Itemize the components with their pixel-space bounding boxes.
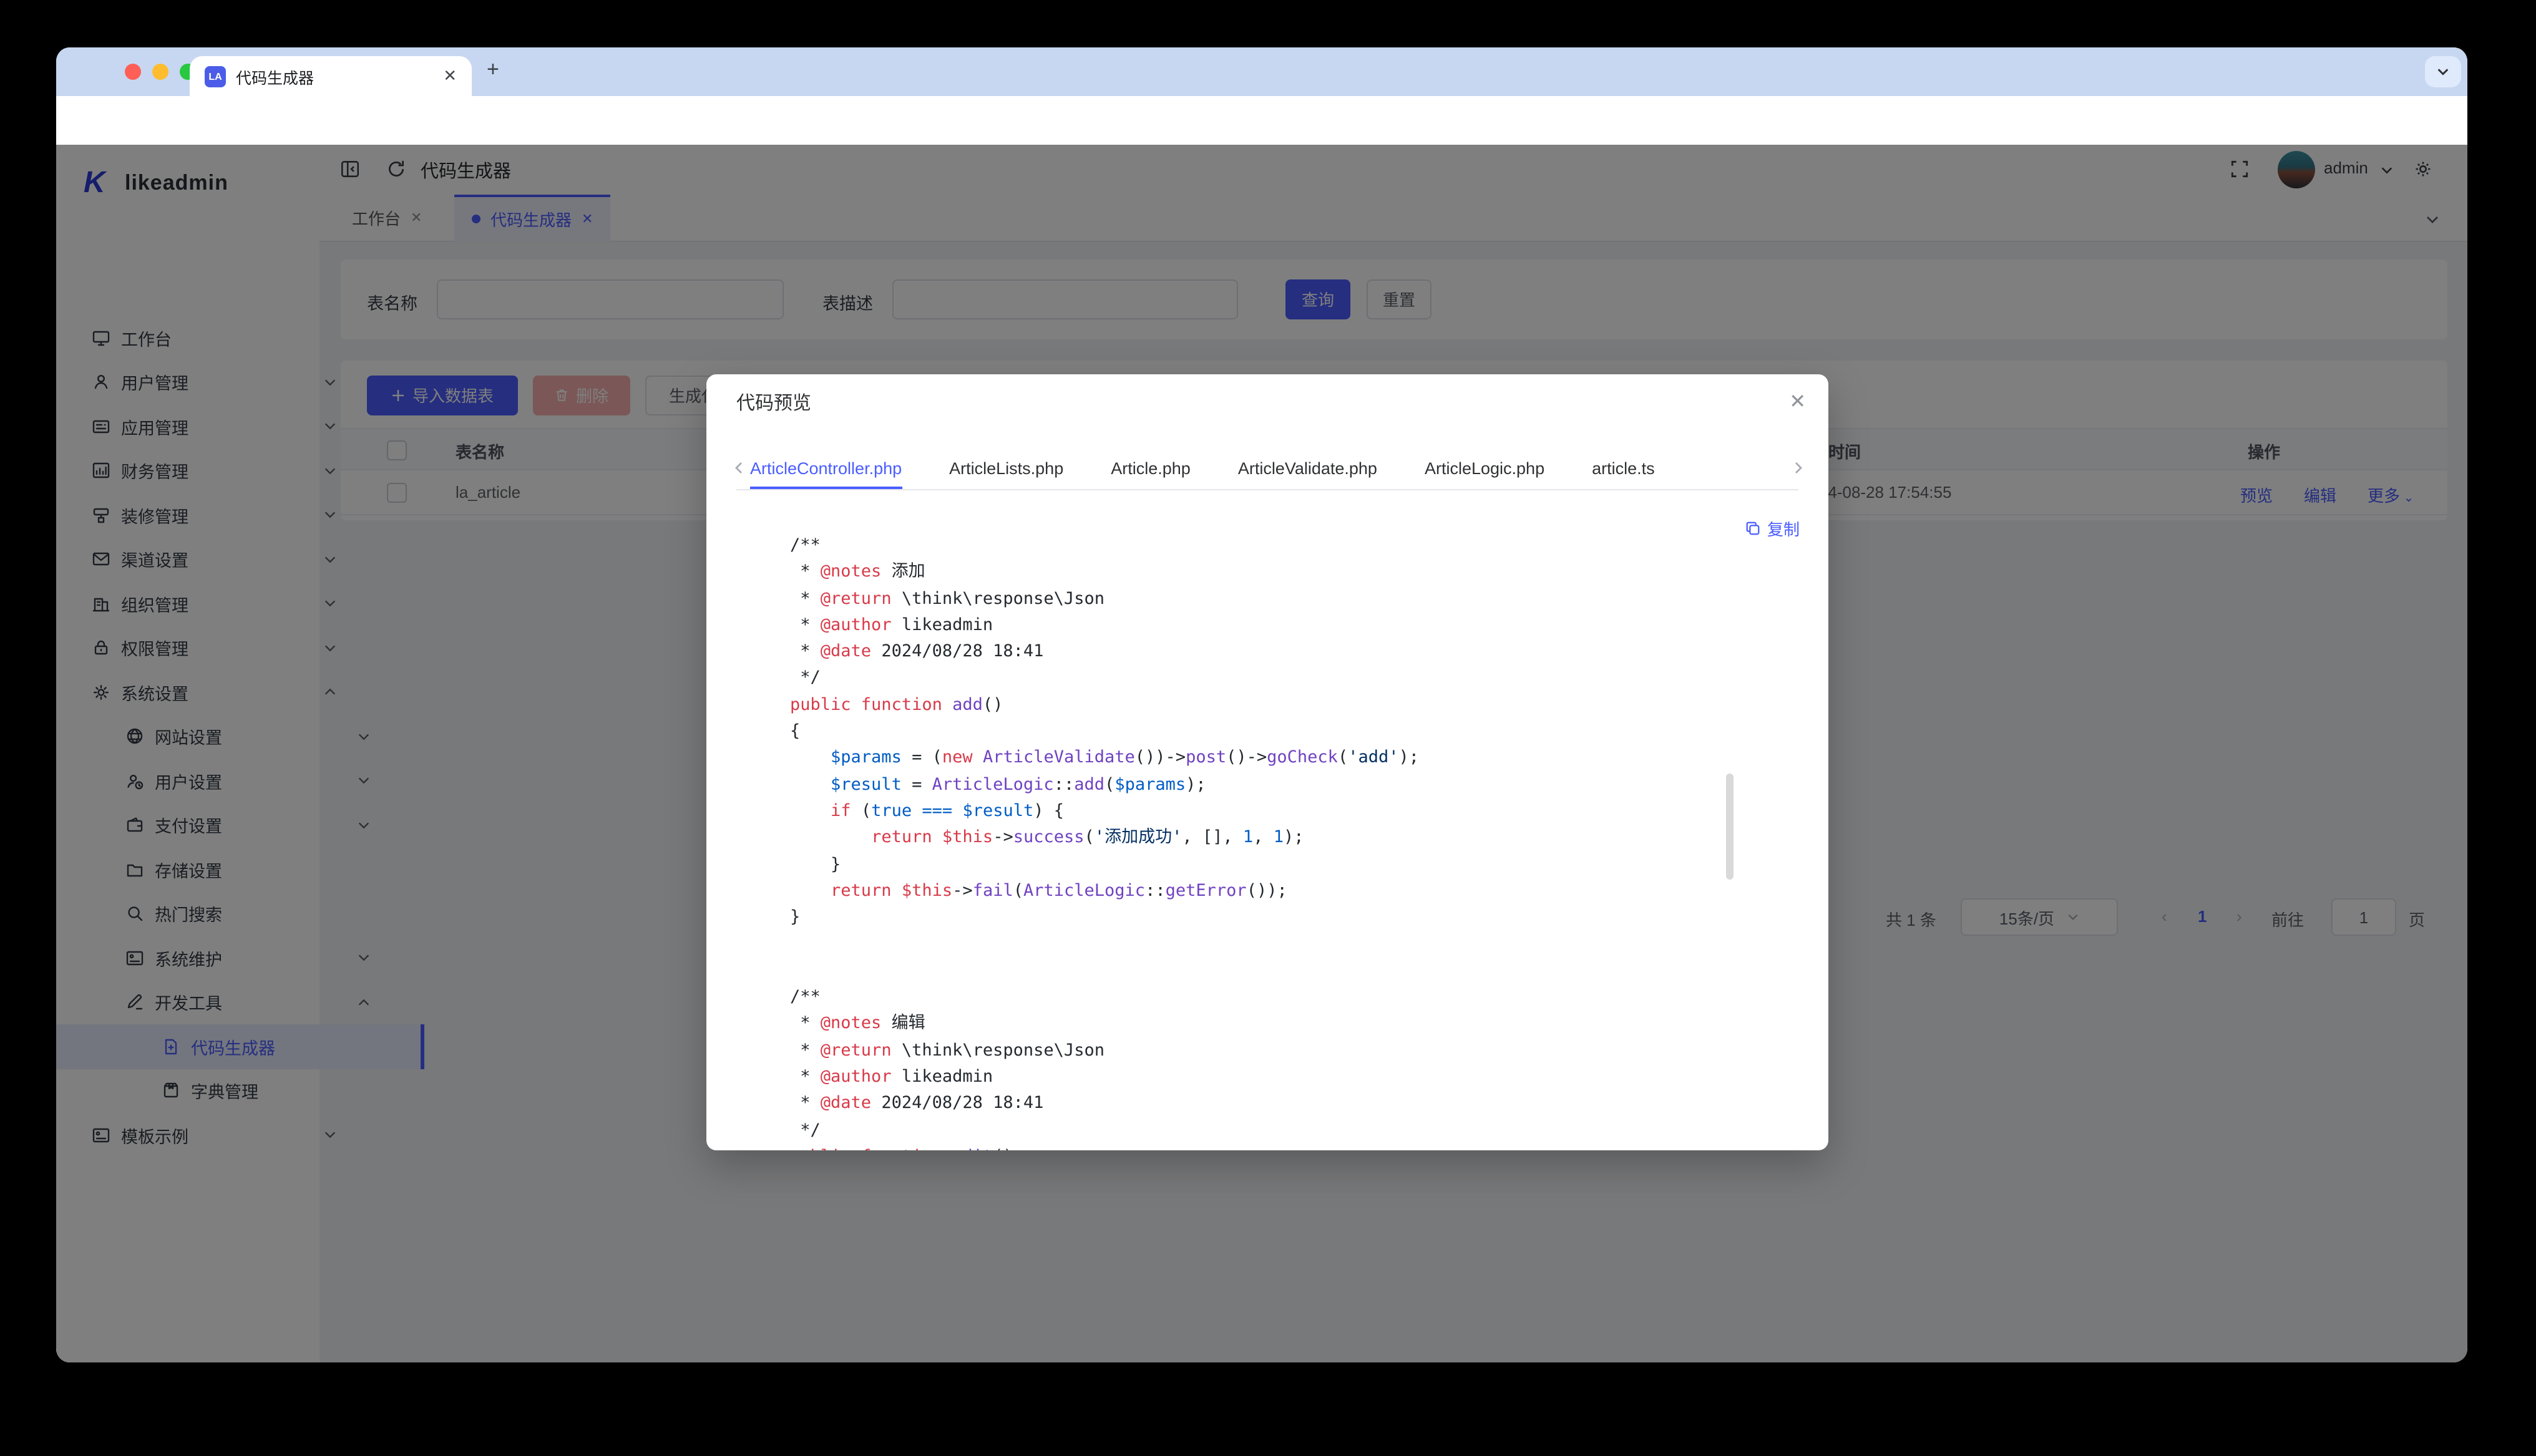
code-line: return $this->fail(ArticleLogic::getErro… <box>790 878 1739 905</box>
modal-tab-articlelogic-php[interactable]: ArticleLogic.php <box>1425 449 1544 489</box>
browser-tabstrip: LA 代码生成器 ✕ + <box>56 47 2467 96</box>
window-minimize-button[interactable] <box>152 64 168 80</box>
code-preview-modal: 代码预览 ✕ ArticleController.php ArticleLists… <box>706 374 1828 1150</box>
browser-tab[interactable]: LA 代码生成器 ✕ <box>190 56 472 96</box>
tab-search-chevron-icon[interactable] <box>2425 56 2461 87</box>
code-line: public function add() <box>790 692 1739 719</box>
code-line: * @notes 添加 <box>790 560 1739 586</box>
code-line: * @author likeadmin <box>790 613 1739 639</box>
browser-toolbar: localhost:5173/admin/setting/dev_tools/c… <box>56 96 2467 146</box>
tabs-next-arrow-icon[interactable] <box>1791 460 1806 475</box>
screen: LA 代码生成器 ✕ + <box>0 0 2536 1456</box>
code-scrollbar-thumb[interactable] <box>1726 774 1734 880</box>
code-line: */ <box>790 666 1739 692</box>
code-line: if (true === $result) { <box>790 798 1739 825</box>
code-line: return $this->success('添加成功', [], 1, 1); <box>790 825 1739 852</box>
new-tab-button[interactable]: + <box>487 57 499 82</box>
code-line: /** <box>790 533 1739 560</box>
code-line: */ <box>790 1117 1739 1144</box>
tabs-prev-arrow-icon[interactable] <box>731 460 746 475</box>
code-line: * @return \think\response\Json <box>790 1037 1739 1064</box>
modal-tab-articlecontroller-php[interactable]: ArticleController.php <box>750 449 902 489</box>
copy-label: 复制 <box>1767 517 1800 540</box>
copy-button[interactable]: 复制 <box>1745 517 1800 540</box>
favicon: LA <box>205 66 226 87</box>
window-close-button[interactable] <box>125 64 141 80</box>
modal-close-icon[interactable]: ✕ <box>1789 389 1806 414</box>
modal-tab-articlelists-php[interactable]: ArticleLists.php <box>949 449 1063 489</box>
modal-tab-articlevalidate-php[interactable]: ArticleValidate.php <box>1238 449 1377 489</box>
code-block: /** * @notes 添加 * @return \think\respons… <box>790 533 1739 1150</box>
code-line: $params = (new ArticleValidate())->post(… <box>790 745 1739 772</box>
modal-tab-article-ts[interactable]: article.ts <box>1592 449 1655 489</box>
code-line <box>790 958 1739 985</box>
browser-tab-title: 代码生成器 <box>236 64 443 88</box>
code-line: $result = ArticleLogic::add($params); <box>790 772 1739 798</box>
code-line: * @return \think\response\Json <box>790 586 1739 613</box>
code-line: /** <box>790 984 1739 1011</box>
code-line: public function edit() <box>790 1144 1739 1150</box>
modal-title: 代码预览 <box>736 389 811 415</box>
code-line <box>790 931 1739 958</box>
code-line: * @date 2024/08/28 18:41 <box>790 639 1739 666</box>
browser-window: LA 代码生成器 ✕ + <box>56 47 2467 1362</box>
tab-close-icon[interactable]: ✕ <box>443 66 457 86</box>
code-line: } <box>790 905 1739 931</box>
code-line: * @author likeadmin <box>790 1064 1739 1091</box>
code-line: * @notes 编辑 <box>790 1011 1739 1038</box>
code-line: * @date 2024/08/28 18:41 <box>790 1090 1739 1117</box>
code-line: { <box>790 719 1739 745</box>
modal-tabs: ArticleController.php ArticleLists.php Art… <box>750 449 1655 489</box>
modal-tab-bar: ArticleController.php ArticleLists.php Art… <box>736 449 1798 490</box>
code-line: } <box>790 852 1739 878</box>
modal-tab-article-php[interactable]: Article.php <box>1111 449 1191 489</box>
